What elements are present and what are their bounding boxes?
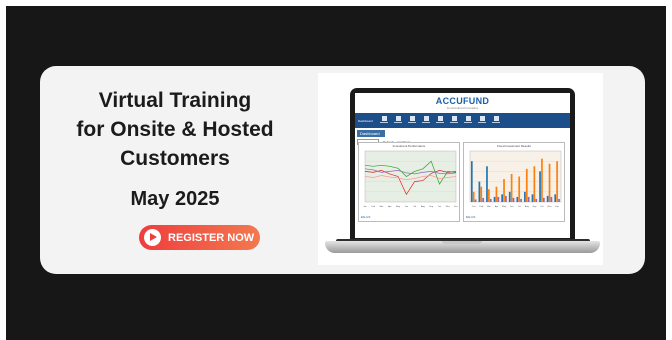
- brand-name: ACCUFUND: [435, 96, 490, 106]
- bar-2-1: [482, 197, 485, 202]
- bar-1-5: [510, 173, 513, 202]
- tick-label: Jul: [518, 206, 521, 208]
- tick-label: Jun: [405, 206, 409, 208]
- tick-label: Dec: [555, 206, 560, 208]
- brand-sub: An AccuFund Company: [446, 106, 479, 110]
- bar-2-5: [512, 197, 515, 202]
- event-date: May 2025: [130, 188, 220, 210]
- bar-2-4: [505, 195, 507, 202]
- bar-0-0: [470, 161, 473, 202]
- panel-footer: EN-US: [466, 215, 476, 219]
- play-icon: [144, 229, 161, 246]
- brand-logo: ACCUFUND An AccuFund Company: [355, 93, 570, 113]
- bar-0-6: [516, 196, 519, 202]
- laptop-screen: ACCUFUND An AccuFund Company Dashboard D…: [355, 93, 570, 238]
- headline: Virtual Training for Onsite & Hosted Cus…: [40, 86, 310, 173]
- tick-label: Feb: [371, 206, 376, 208]
- bar-0-2: [486, 166, 488, 202]
- tick-label: Sep: [429, 206, 434, 208]
- bar-2-8: [535, 198, 538, 202]
- laptop-lid: ACCUFUND An AccuFund Company Dashboard D…: [350, 88, 575, 243]
- headline-line-3: Customers: [120, 147, 230, 170]
- bar-2-7: [527, 196, 530, 202]
- tick-label: Nov: [548, 206, 553, 208]
- bar-2-3: [497, 196, 500, 202]
- bar-2-9: [542, 197, 545, 202]
- bar-0-5: [508, 191, 511, 202]
- tick-label: May: [396, 206, 401, 208]
- tick-label: Oct: [540, 205, 544, 208]
- tick-label: Aug: [525, 205, 530, 208]
- headline-line-1: Virtual Training: [98, 89, 252, 112]
- bar-1-10: [548, 163, 551, 202]
- bar-2-2: [489, 198, 492, 202]
- settings-icon: [449, 116, 460, 125]
- tick-label: Apr: [495, 205, 499, 208]
- bar-2-0: [474, 199, 477, 202]
- tick-label: Oct: [438, 205, 442, 208]
- bar-1-7: [525, 168, 528, 202]
- admin-icon: [393, 116, 404, 125]
- bar-0-8: [531, 194, 534, 202]
- tick-label: Jan: [472, 206, 476, 208]
- bar-1-8: [533, 166, 536, 202]
- tick-label: Dec: [454, 206, 459, 208]
- bar-0-3: [493, 196, 496, 202]
- dashboard-tab: Dashboard: [357, 130, 385, 137]
- register-button[interactable]: REGISTER NOW: [139, 225, 260, 250]
- tick-label: Jun: [510, 206, 514, 208]
- bar-1-4: [503, 179, 505, 202]
- bar-2-11: [558, 198, 560, 202]
- users-icon: [463, 116, 474, 125]
- bar-0-11: [554, 194, 557, 202]
- tick-label: Jul: [413, 206, 416, 208]
- app-nav-bar: Dashboard: [355, 113, 570, 128]
- plot-area: [469, 150, 562, 203]
- bar-2-6: [520, 198, 522, 202]
- bar-2-10: [550, 196, 553, 202]
- tick-label: Apr: [388, 205, 392, 208]
- tick-label: Jan: [363, 206, 367, 208]
- help-icon: [477, 116, 488, 125]
- budget-icon: [421, 116, 432, 125]
- nav-label: Dashboard: [358, 118, 373, 123]
- home-icon: [379, 116, 390, 125]
- bar-1-9: [541, 158, 543, 202]
- bar-1-6: [518, 176, 521, 202]
- promo-card: Virtual Training for Onsite & Hosted Cus…: [40, 66, 645, 274]
- bar-1-0: [472, 191, 475, 202]
- tick-label: Aug: [421, 205, 426, 208]
- tick-label: Sep: [533, 206, 538, 208]
- tick-label: Mar: [487, 205, 491, 208]
- bar-1-2: [488, 189, 490, 202]
- laptop-image: ACCUFUND An AccuFund Company Dashboard D…: [318, 73, 603, 265]
- bar-chart: Jan Feb Mar Apr May Jun Jul Aug Sep Oct Nov Dec: [469, 150, 562, 208]
- bar-1-3: [495, 186, 498, 202]
- bar-0-7: [524, 191, 526, 202]
- tick-label: Mar: [380, 205, 384, 208]
- bar-0-10: [546, 195, 549, 202]
- bar-1-1: [480, 186, 483, 202]
- register-label: REGISTER NOW: [168, 231, 255, 244]
- bar-1-11: [556, 161, 558, 202]
- bar-0-9: [539, 171, 541, 202]
- headline-line-2: for Onsite & Hosted: [76, 118, 274, 141]
- bar-0-1: [478, 181, 481, 202]
- transactions-icon: [435, 116, 446, 125]
- fixed-investment-panel: Fixed Investment Results Jan Feb Mar Apr May…: [463, 142, 565, 222]
- laptop-base: [325, 241, 600, 253]
- investment-performance-panel: Investment Performance Jan Feb Mar Apr May Ju…: [358, 142, 460, 222]
- line-chart: Jan Feb Mar Apr May Jun Jul Aug Sep Oct Nov Dec: [363, 150, 459, 208]
- tick-label: Nov: [446, 206, 451, 208]
- panel-footer: EN-US: [361, 215, 371, 219]
- tick-label: Feb: [479, 206, 484, 208]
- laptop-notch: [442, 241, 482, 244]
- bar-0-4: [501, 194, 503, 202]
- tick-label: May: [502, 206, 507, 208]
- reports-icon: [407, 116, 418, 125]
- exit-icon: [491, 116, 502, 125]
